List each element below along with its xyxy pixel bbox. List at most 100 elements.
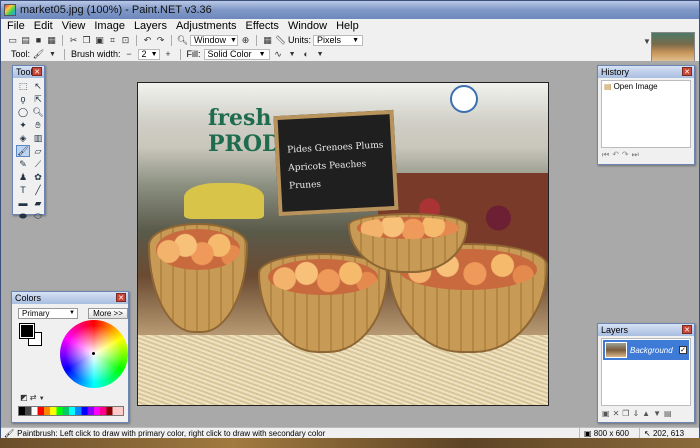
- layer-properties-icon[interactable]: ▤: [664, 409, 675, 418]
- zoom-in-icon[interactable]: ⊕: [240, 35, 251, 46]
- toolbar-divider: [256, 34, 257, 46]
- history-controls: ⏮↶↷⏭: [602, 150, 642, 160]
- swap-colors-icon[interactable]: ⇄: [30, 393, 37, 402]
- blend-mode-icon[interactable]: ◐: [301, 49, 312, 60]
- toolbar-divider: [179, 48, 181, 60]
- menu-adjustments[interactable]: Adjustments: [173, 20, 243, 32]
- history-item-label: Open Image: [613, 82, 658, 91]
- rectangle-shape-icon[interactable]: ▬: [17, 198, 29, 208]
- colors-row: Primary ▼ More >>: [18, 308, 128, 319]
- move-selection-icon[interactable]: ↖: [32, 81, 44, 91]
- add-layer-icon[interactable]: ▣: [602, 409, 613, 418]
- duplicate-layer-icon[interactable]: ❐: [622, 409, 632, 418]
- close-icon[interactable]: ✕: [116, 293, 126, 302]
- more-colors-button[interactable]: More >>: [88, 308, 128, 319]
- print-icon[interactable]: ▦: [46, 35, 57, 46]
- brush-width-input[interactable]: 2 ▼: [137, 48, 160, 60]
- chevron-down-icon[interactable]: ▼: [287, 49, 298, 60]
- menu-layers[interactable]: Layers: [131, 20, 173, 32]
- color-mode-dropdown[interactable]: Primary ▼: [18, 308, 78, 319]
- copy-icon[interactable]: ❐: [81, 35, 92, 46]
- ellipse-shape-icon[interactable]: ⬬: [17, 211, 29, 221]
- minus-icon[interactable]: −: [124, 49, 135, 60]
- primary-color-swatch[interactable]: [19, 323, 35, 339]
- rewind-icon[interactable]: ⏮: [602, 150, 612, 159]
- reset-colors-icon[interactable]: ◩: [20, 393, 28, 402]
- ellipse-select-icon[interactable]: ◯: [17, 107, 29, 117]
- step-back-icon[interactable]: ↶: [612, 150, 622, 159]
- magic-wand-icon[interactable]: ✦: [17, 120, 29, 130]
- ruler-icon[interactable]: 📏︎: [275, 35, 286, 46]
- zoom-tool-icon[interactable]: 🔍︎: [32, 107, 44, 117]
- lasso-icon[interactable]: ϙ: [17, 94, 29, 104]
- menu-image[interactable]: Image: [91, 20, 131, 32]
- close-icon[interactable]: ✕: [32, 67, 42, 76]
- units-dropdown[interactable]: Pixels ▼: [313, 34, 364, 46]
- cut-icon[interactable]: ✂: [68, 35, 79, 46]
- clone-stamp-icon[interactable]: ♟︎: [17, 172, 29, 182]
- move-layer-down-icon[interactable]: ▼: [653, 409, 664, 418]
- chevron-down-icon[interactable]: ▼: [315, 49, 326, 60]
- plus-icon[interactable]: +: [163, 49, 174, 60]
- fill-dropdown[interactable]: Solid Color ▼: [203, 48, 270, 60]
- rectangle-select-icon[interactable]: ⬚: [17, 81, 29, 91]
- rounded-rectangle-icon[interactable]: ▰: [32, 198, 44, 208]
- layer-row[interactable]: Background ✓: [603, 340, 689, 360]
- layer-visibility-checkbox[interactable]: ✓: [679, 346, 687, 354]
- new-file-icon[interactable]: ▭: [7, 35, 18, 46]
- close-icon[interactable]: ✕: [682, 325, 692, 334]
- colors-panel-title[interactable]: Colors ✕: [12, 292, 128, 304]
- thumbnail-scroll-icon[interactable]: ▼: [643, 37, 651, 46]
- fill-value: Solid Color: [207, 48, 252, 59]
- history-item[interactable]: ▤ Open Image: [602, 81, 690, 92]
- history-panel-title[interactable]: History ✕: [598, 66, 694, 78]
- tools-panel-title[interactable]: Tools ✕: [13, 66, 44, 78]
- menu-effects[interactable]: Effects: [243, 20, 285, 32]
- paint-bucket-icon[interactable]: ◈: [17, 133, 29, 143]
- chevron-down-icon[interactable]: ▼: [47, 49, 58, 60]
- eraser-icon[interactable]: ▱: [32, 146, 44, 156]
- text-tool-icon[interactable]: T: [17, 185, 29, 195]
- color-wheel[interactable]: [60, 320, 128, 388]
- merge-layer-icon[interactable]: ⇓: [632, 409, 642, 418]
- layers-panel-title[interactable]: Layers ✕: [598, 324, 694, 336]
- open-file-icon[interactable]: ▤: [20, 35, 31, 46]
- menu-file[interactable]: File: [4, 20, 31, 32]
- delete-layer-icon[interactable]: ✕: [613, 409, 623, 418]
- chevron-down-icon[interactable]: ▼: [39, 396, 45, 402]
- zoom-icon[interactable]: 🔍︎: [177, 35, 188, 46]
- freeform-shape-icon[interactable]: ⬭: [32, 211, 44, 221]
- grid-icon[interactable]: ▦: [262, 35, 273, 46]
- undo-icon[interactable]: ↶: [142, 35, 153, 46]
- toolbar-divider: [64, 48, 66, 60]
- toolbar-divider: [62, 34, 63, 46]
- close-icon[interactable]: ✕: [682, 67, 692, 76]
- image-thumbnail-tab[interactable]: [651, 32, 695, 62]
- paintbrush-icon[interactable]: 🖌︎: [16, 145, 30, 157]
- color-palette[interactable]: [18, 406, 124, 416]
- redo-icon[interactable]: ↷: [155, 35, 166, 46]
- recolor-icon[interactable]: ✿: [32, 172, 44, 182]
- pan-icon[interactable]: ✋︎: [32, 120, 44, 130]
- menu-edit[interactable]: Edit: [31, 20, 59, 32]
- paintbrush-tool-icon[interactable]: 🖌︎: [33, 49, 44, 60]
- menu-window[interactable]: Window: [285, 20, 333, 32]
- antialiasing-icon[interactable]: ∿: [273, 49, 284, 60]
- title-bar[interactable]: market05.jpg (100%) - Paint.NET v3.36: [1, 1, 699, 19]
- deselect-icon[interactable]: ⊡: [120, 35, 131, 46]
- zoom-window-dropdown[interactable]: Window ▼: [190, 34, 238, 46]
- crop-icon[interactable]: ⌗: [107, 35, 118, 46]
- step-forward-icon[interactable]: ↷: [622, 150, 632, 159]
- paste-icon[interactable]: ▣: [94, 35, 105, 46]
- menu-view[interactable]: View: [59, 20, 92, 32]
- save-icon[interactable]: ■: [33, 35, 44, 46]
- move-selected-icon[interactable]: ⇱: [32, 94, 44, 104]
- move-layer-up-icon[interactable]: ▲: [642, 409, 653, 418]
- pencil-icon[interactable]: ✎: [17, 159, 29, 169]
- color-picker-icon[interactable]: ⟋: [32, 159, 44, 169]
- image-canvas[interactable]: fresh PRODU Pides Grenoes Plums Apricots…: [137, 82, 549, 406]
- gradient-icon[interactable]: ▥: [32, 133, 44, 143]
- line-tool-icon[interactable]: ╱: [32, 185, 44, 195]
- menu-help[interactable]: Help: [333, 20, 365, 32]
- fast-forward-icon[interactable]: ⏭: [632, 150, 642, 159]
